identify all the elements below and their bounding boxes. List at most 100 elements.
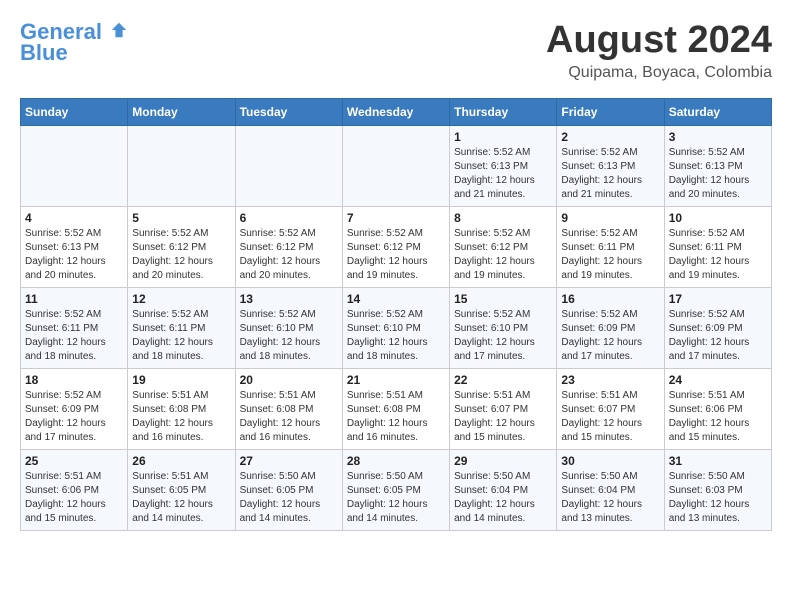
calendar-cell: 7 Sunrise: 5:52 AM Sunset: 6:12 PM Daylig… (342, 206, 449, 287)
calendar-cell: 31 Sunrise: 5:50 AM Sunset: 6:03 PM Dayli… (664, 449, 771, 530)
day-number: 18 (25, 373, 123, 387)
day-number: 24 (669, 373, 767, 387)
day-detail: Sunrise: 5:52 AM Sunset: 6:12 PM Dayligh… (454, 227, 552, 283)
calendar-week-row: 4Sunrise: 5:52 AM Sunset: 6:13 PM Daylig… (21, 206, 772, 287)
day-detail: Sunrise: 5:51 AM Sunset: 6:08 PM Dayligh… (347, 389, 445, 445)
calendar-cell: 28 Sunrise: 5:50 AM Sunset: 6:05 PM Dayli… (342, 449, 449, 530)
day-number: 14 (347, 292, 445, 306)
calendar-week-row: 11 Sunrise: 5:52 AM Sunset: 6:11 PM Dayli… (21, 287, 772, 368)
day-detail: Sunrise: 5:52 AM Sunset: 6:11 PM Dayligh… (561, 227, 659, 283)
day-number: 20 (240, 373, 338, 387)
day-number: 11 (25, 292, 123, 306)
day-detail: Sunrise: 5:52 AM Sunset: 6:10 PM Dayligh… (347, 308, 445, 364)
day-detail: Sunrise: 5:52 AM Sunset: 6:11 PM Dayligh… (669, 227, 767, 283)
day-detail: Sunrise: 5:52 AM Sunset: 6:10 PM Dayligh… (240, 308, 338, 364)
day-number: 4 (25, 211, 123, 225)
logo-icon (110, 21, 128, 39)
calendar-cell: 17Sunrise: 5:52 AM Sunset: 6:09 PM Dayli… (664, 287, 771, 368)
calendar-cell: 16Sunrise: 5:52 AM Sunset: 6:09 PM Dayli… (557, 287, 664, 368)
day-detail: Sunrise: 5:52 AM Sunset: 6:12 PM Dayligh… (132, 227, 230, 283)
day-number: 5 (132, 211, 230, 225)
weekday-header: Thursday (450, 98, 557, 125)
day-number: 12 (132, 292, 230, 306)
calendar-cell: 11 Sunrise: 5:52 AM Sunset: 6:11 PM Dayli… (21, 287, 128, 368)
day-number: 7 (347, 211, 445, 225)
day-number: 13 (240, 292, 338, 306)
day-detail: Sunrise: 5:51 AM Sunset: 6:07 PM Dayligh… (561, 389, 659, 445)
day-detail: Sunrise: 5:50 AM Sunset: 6:05 PM Dayligh… (240, 470, 338, 526)
weekday-header: Tuesday (235, 98, 342, 125)
calendar-cell: 10 Sunrise: 5:52 AM Sunset: 6:11 PM Dayli… (664, 206, 771, 287)
day-number: 17 (669, 292, 767, 306)
day-detail: Sunrise: 5:50 AM Sunset: 6:04 PM Dayligh… (561, 470, 659, 526)
calendar-cell: 25 Sunrise: 5:51 AM Sunset: 6:06 PM Dayli… (21, 449, 128, 530)
calendar-cell: 13 Sunrise: 5:52 AM Sunset: 6:10 PM Dayli… (235, 287, 342, 368)
day-detail: Sunrise: 5:52 AM Sunset: 6:11 PM Dayligh… (25, 308, 123, 364)
calendar-cell (342, 125, 449, 206)
weekday-header: Sunday (21, 98, 128, 125)
day-detail: Sunrise: 5:52 AM Sunset: 6:12 PM Dayligh… (347, 227, 445, 283)
day-detail: Sunrise: 5:52 AM Sunset: 6:12 PM Dayligh… (240, 227, 338, 283)
day-number: 2 (561, 130, 659, 144)
calendar-cell: 15Sunrise: 5:52 AM Sunset: 6:10 PM Dayli… (450, 287, 557, 368)
calendar-cell: 5 Sunrise: 5:52 AM Sunset: 6:12 PM Daylig… (128, 206, 235, 287)
calendar-cell: 18 Sunrise: 5:52 AM Sunset: 6:09 PM Dayli… (21, 368, 128, 449)
day-detail: Sunrise: 5:51 AM Sunset: 6:06 PM Dayligh… (669, 389, 767, 445)
day-detail: Sunrise: 5:50 AM Sunset: 6:04 PM Dayligh… (454, 470, 552, 526)
day-number: 28 (347, 454, 445, 468)
day-number: 6 (240, 211, 338, 225)
day-number: 29 (454, 454, 552, 468)
weekday-header: Wednesday (342, 98, 449, 125)
day-number: 22 (454, 373, 552, 387)
day-detail: Sunrise: 5:52 AM Sunset: 6:13 PM Dayligh… (669, 146, 767, 202)
calendar-cell: 9 Sunrise: 5:52 AM Sunset: 6:11 PM Daylig… (557, 206, 664, 287)
day-number: 8 (454, 211, 552, 225)
calendar-cell: 22 Sunrise: 5:51 AM Sunset: 6:07 PM Dayli… (450, 368, 557, 449)
day-number: 25 (25, 454, 123, 468)
day-detail: Sunrise: 5:50 AM Sunset: 6:05 PM Dayligh… (347, 470, 445, 526)
day-detail: Sunrise: 5:52 AM Sunset: 6:13 PM Dayligh… (454, 146, 552, 202)
calendar-cell: 21 Sunrise: 5:51 AM Sunset: 6:08 PM Dayli… (342, 368, 449, 449)
day-number: 27 (240, 454, 338, 468)
calendar-header: SundayMondayTuesdayWednesdayThursdayFrid… (21, 98, 772, 125)
calendar-cell: 29 Sunrise: 5:50 AM Sunset: 6:04 PM Dayli… (450, 449, 557, 530)
day-number: 1 (454, 130, 552, 144)
day-number: 21 (347, 373, 445, 387)
calendar-week-row: 1 Sunrise: 5:52 AM Sunset: 6:13 PM Daylig… (21, 125, 772, 206)
calendar-cell: 23 Sunrise: 5:51 AM Sunset: 6:07 PM Dayli… (557, 368, 664, 449)
day-detail: Sunrise: 5:51 AM Sunset: 6:07 PM Dayligh… (454, 389, 552, 445)
day-detail: Sunrise: 5:51 AM Sunset: 6:08 PM Dayligh… (132, 389, 230, 445)
calendar-cell: 19 Sunrise: 5:51 AM Sunset: 6:08 PM Dayli… (128, 368, 235, 449)
day-number: 23 (561, 373, 659, 387)
main-title: August 2024 (546, 20, 772, 62)
weekday-header: Saturday (664, 98, 771, 125)
header: General Blue August 2024 Quipama, Boyaca… (20, 20, 772, 82)
day-detail: Sunrise: 5:52 AM Sunset: 6:13 PM Dayligh… (561, 146, 659, 202)
day-detail: Sunrise: 5:50 AM Sunset: 6:03 PM Dayligh… (669, 470, 767, 526)
day-number: 10 (669, 211, 767, 225)
day-number: 19 (132, 373, 230, 387)
day-detail: Sunrise: 5:51 AM Sunset: 6:06 PM Dayligh… (25, 470, 123, 526)
day-number: 31 (669, 454, 767, 468)
day-number: 15 (454, 292, 552, 306)
calendar-body: 1 Sunrise: 5:52 AM Sunset: 6:13 PM Daylig… (21, 125, 772, 530)
calendar-cell: 3Sunrise: 5:52 AM Sunset: 6:13 PM Daylig… (664, 125, 771, 206)
day-detail: Sunrise: 5:52 AM Sunset: 6:09 PM Dayligh… (25, 389, 123, 445)
day-number: 26 (132, 454, 230, 468)
day-number: 30 (561, 454, 659, 468)
calendar-cell: 8 Sunrise: 5:52 AM Sunset: 6:12 PM Daylig… (450, 206, 557, 287)
calendar-cell: 26Sunrise: 5:51 AM Sunset: 6:05 PM Dayli… (128, 449, 235, 530)
page: General Blue August 2024 Quipama, Boyaca… (0, 0, 792, 541)
weekday-header: Friday (557, 98, 664, 125)
title-block: August 2024 Quipama, Boyaca, Colombia (546, 20, 772, 82)
calendar-cell: 6 Sunrise: 5:52 AM Sunset: 6:12 PM Daylig… (235, 206, 342, 287)
calendar-cell: 14 Sunrise: 5:52 AM Sunset: 6:10 PM Dayli… (342, 287, 449, 368)
day-number: 16 (561, 292, 659, 306)
calendar-cell: 12Sunrise: 5:52 AM Sunset: 6:11 PM Dayli… (128, 287, 235, 368)
calendar-week-row: 18 Sunrise: 5:52 AM Sunset: 6:09 PM Dayli… (21, 368, 772, 449)
calendar-cell: 1 Sunrise: 5:52 AM Sunset: 6:13 PM Daylig… (450, 125, 557, 206)
subtitle: Quipama, Boyaca, Colombia (546, 64, 772, 82)
weekday-header: Monday (128, 98, 235, 125)
day-number: 9 (561, 211, 659, 225)
calendar-cell (235, 125, 342, 206)
